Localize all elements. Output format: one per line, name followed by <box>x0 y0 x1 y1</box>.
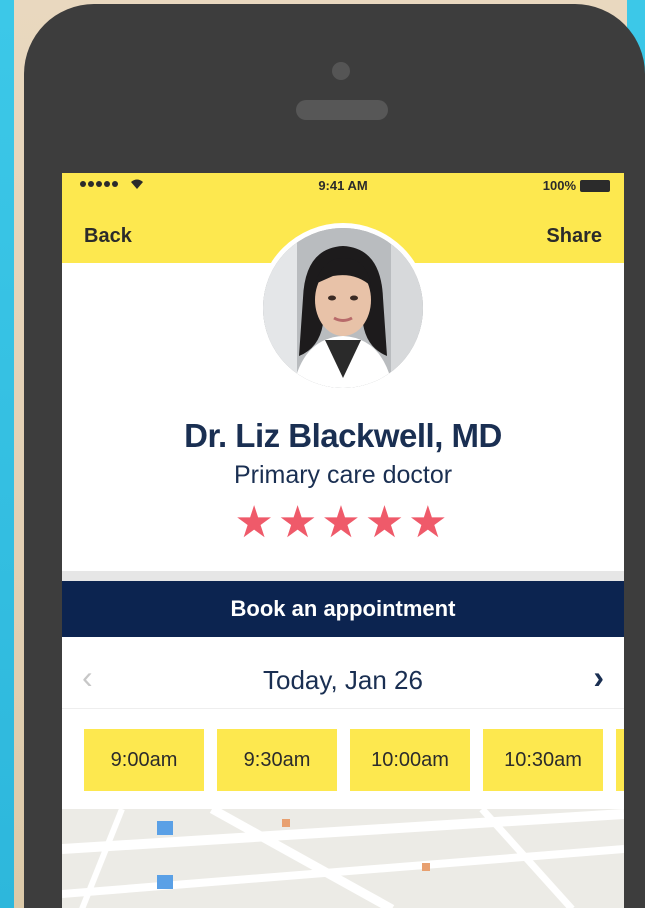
time-slots: 9:00am 9:30am 10:00am 10:30am <box>84 729 624 791</box>
front-camera <box>332 62 350 80</box>
battery-icon <box>580 180 610 192</box>
doctor-name: Dr. Liz Blackwell, MD <box>184 417 502 454</box>
rating-stars: ★★★★★ <box>234 498 452 547</box>
earpiece-speaker <box>296 100 388 120</box>
battery-percent: 100% <box>542 178 576 193</box>
time-slot[interactable]: 9:00am <box>84 729 204 791</box>
book-appointment-button[interactable]: Book an appointment <box>62 581 624 637</box>
back-button[interactable]: Back <box>84 225 132 248</box>
time-slot[interactable]: 9:30am <box>217 729 337 791</box>
doctor-specialty: Primary care doctor <box>233 461 453 489</box>
status-time: 9:41 AM <box>318 178 368 193</box>
time-slot[interactable]: 10:00am <box>350 729 470 791</box>
share-button[interactable]: Share <box>546 225 602 248</box>
date-selector: ‹ Today, Jan 26 › <box>62 649 624 709</box>
background-accent-left <box>0 0 14 908</box>
app-screen: 9:41 AM 100% Back Share Dr. Liz Blackwel… <box>62 173 624 908</box>
time-slot[interactable]: 10:30am <box>483 729 603 791</box>
section-divider <box>62 571 624 581</box>
selected-date: Today, Jan 26 <box>263 665 423 695</box>
status-bar: 9:41 AM 100% <box>62 173 624 201</box>
location-map[interactable] <box>62 809 624 908</box>
time-slot-partial[interactable] <box>616 729 624 791</box>
doctor-avatar <box>263 228 423 388</box>
chevron-right-icon[interactable]: › <box>593 659 604 696</box>
